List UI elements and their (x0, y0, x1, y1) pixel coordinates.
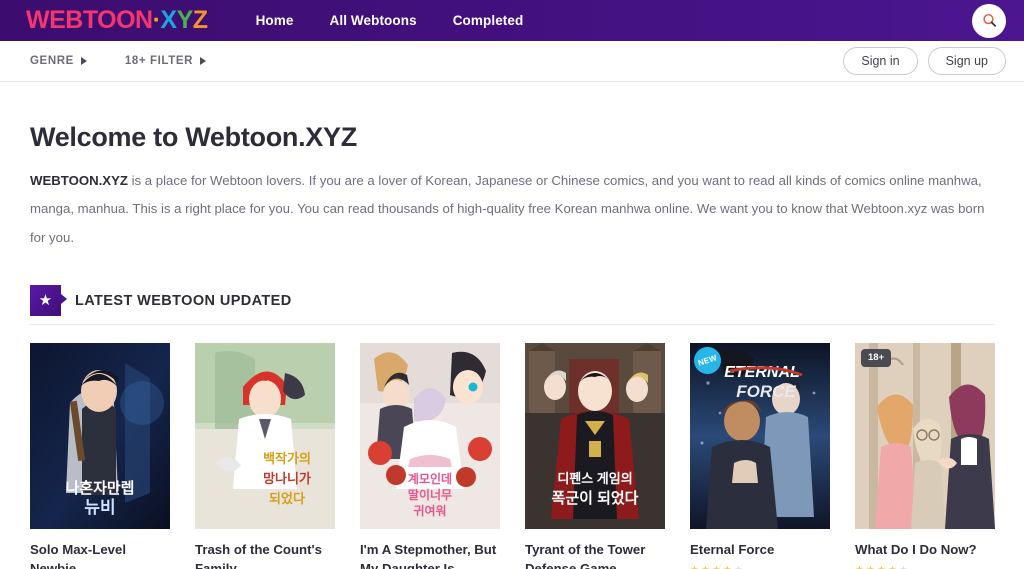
rating-stars: ★★★★★ (855, 565, 995, 569)
webtoon-title[interactable]: I'm A Stepmother, But My Daughter Is (360, 540, 500, 569)
svg-text:망나니가: 망나니가 (263, 471, 311, 486)
svg-text:나혼자만렙: 나혼자만렙 (65, 479, 134, 497)
cover-image[interactable]: 디펜스 게임의 폭군이 되었다 (525, 343, 665, 530)
nav-all-webtoons[interactable]: All Webtoons (330, 13, 417, 28)
webtoon-title[interactable]: Solo Max-Level Newbie (30, 540, 170, 569)
search-icon (982, 13, 996, 27)
cover-image[interactable]: ETERNAL FORCE NEW (690, 343, 830, 530)
secondary-bar: GENRE 18+ FILTER Sign in Sign up (0, 41, 1024, 82)
webtoon-title[interactable]: Tyrant of the Tower Defense Game (525, 540, 665, 569)
star-icon: ★ (30, 285, 67, 317)
cover-image[interactable]: 나혼자만렙 뉴비 (30, 343, 170, 530)
welcome-paragraph: WEBTOON.XYZ is a place for Webtoon lover… (30, 167, 994, 252)
rating-stars: ★★★★★ (690, 565, 830, 569)
cover-art-what-do-i-do-now (855, 343, 995, 530)
sign-in-button[interactable]: Sign in (843, 47, 918, 75)
svg-text:뉴비: 뉴비 (84, 498, 115, 517)
webtoon-title[interactable]: What Do I Do Now? (855, 540, 995, 559)
nav-completed[interactable]: Completed (453, 13, 524, 28)
logo-webtoon-text: WEBTOON (26, 6, 153, 34)
cover-image[interactable]: 18+ (855, 343, 995, 530)
logo-letter-x: X (160, 6, 177, 34)
page-title: Welcome to Webtoon.XYZ (30, 122, 357, 152)
cover-art-im-a-stepmother: 계모인데 딸이너무 귀여워 (360, 343, 500, 530)
webtoon-title[interactable]: Eternal Force (690, 540, 830, 559)
svg-text:폭군이 되었다: 폭군이 되었다 (552, 489, 639, 507)
site-header: WEBTOON·XYZ Home All Webtoons Completed (0, 0, 1024, 41)
cover-art-trash-of-the-counts-family: 백작가의 망나니가 되었다 (195, 343, 335, 530)
welcome-body: is a place for Webtoon lovers. If you ar… (30, 173, 985, 245)
adult-filter-menu[interactable]: 18+ FILTER (125, 55, 206, 67)
svg-text:FORCE: FORCE (736, 382, 796, 401)
svg-text:되었다: 되었다 (269, 491, 305, 506)
rating-empty: ★ (734, 565, 745, 569)
section-title: LATEST WEBTOON UPDATED (75, 292, 292, 309)
cover-image[interactable]: 백작가의 망나니가 되었다 (195, 343, 335, 530)
caret-right-icon (200, 57, 206, 65)
main-content: Welcome to Webtoon.XYZ WEBTOON.XYZ is a … (0, 122, 1024, 569)
webtoon-grid: 나혼자만렙 뉴비 Solo Max-Level Newbie ★★★★★ (30, 343, 995, 569)
cover-image[interactable]: 계모인데 딸이너무 귀여워 (360, 343, 500, 530)
webtoon-card[interactable]: 계모인데 딸이너무 귀여워 I'm A Stepmother, But My D… (360, 343, 500, 569)
rating-empty: ★ (899, 565, 910, 569)
genre-label: GENRE (30, 55, 74, 67)
logo-letter-z: Z (192, 6, 208, 34)
genre-menu[interactable]: GENRE (30, 55, 87, 67)
webtoon-title[interactable]: Trash of the Count's Family (195, 540, 335, 569)
nav-home[interactable]: Home (256, 13, 294, 28)
svg-text:백작가의: 백작가의 (263, 451, 311, 466)
section-header: ★ LATEST WEBTOON UPDATED (30, 285, 994, 326)
svg-text:계모인데: 계모인데 (408, 471, 452, 486)
search-button[interactable] (972, 3, 1006, 38)
cover-art-solo-max-level-newbie: 나혼자만렙 뉴비 (30, 343, 170, 530)
rating-filled: ★★★★ (690, 565, 734, 569)
star-glyph: ★ (38, 292, 53, 310)
webtoon-card[interactable]: ETERNAL FORCE NEW Eternal Force ★★★★★ (690, 343, 830, 569)
rating-filled: ★★★★ (855, 565, 899, 569)
logo-letter-y: Y (176, 6, 194, 34)
svg-text:딸이너무: 딸이너무 (408, 487, 452, 502)
svg-text:디펜스 게임의: 디펜스 게임의 (557, 471, 632, 486)
auth-buttons: Sign in Sign up (843, 47, 1006, 75)
svg-text:귀여워: 귀여워 (413, 503, 446, 518)
adult-filter-label: 18+ FILTER (124, 55, 193, 67)
main-navigation: Home All Webtoons Completed (256, 13, 524, 28)
webtoon-card[interactable]: 디펜스 게임의 폭군이 되었다 Tyrant of the Tower Defe… (525, 343, 665, 569)
welcome-brand: WEBTOON.XYZ (30, 173, 128, 188)
site-logo[interactable]: WEBTOON·XYZ (26, 8, 208, 33)
sign-up-button[interactable]: Sign up (927, 47, 1006, 75)
adult-badge: 18+ (861, 349, 892, 367)
cover-art-tyrant-of-the-tower-defense-game: 디펜스 게임의 폭군이 되었다 (525, 343, 665, 530)
webtoon-card[interactable]: 18+ What Do I Do Now? ★★★★★ (855, 343, 995, 569)
filter-navigation: GENRE 18+ FILTER (30, 55, 206, 67)
webtoon-card[interactable]: 백작가의 망나니가 되었다 Trash of the Count's Famil… (195, 343, 335, 569)
caret-right-icon (80, 57, 87, 65)
webtoon-card[interactable]: 나혼자만렙 뉴비 Solo Max-Level Newbie ★★★★★ (30, 343, 170, 569)
